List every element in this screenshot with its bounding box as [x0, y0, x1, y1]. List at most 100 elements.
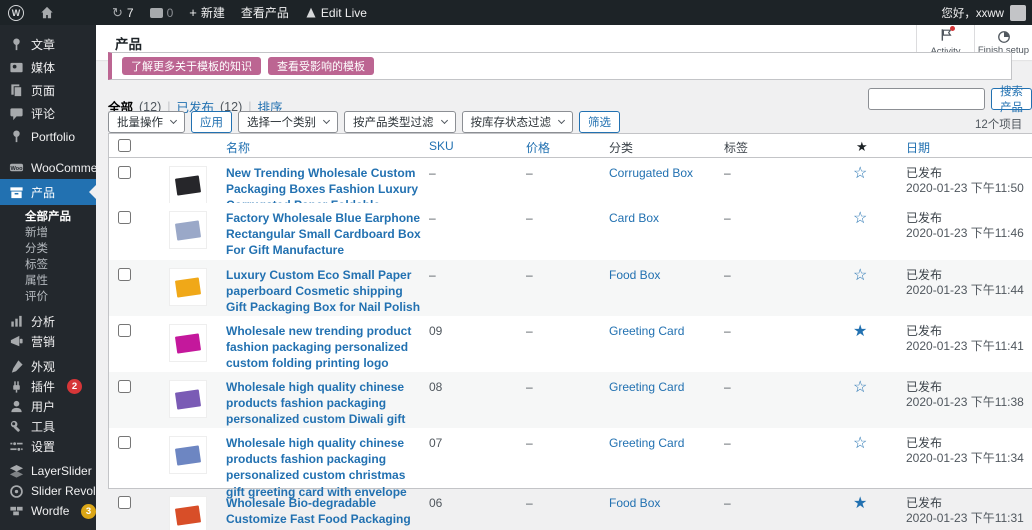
- featured-star-toggle[interactable]: ★: [853, 321, 867, 341]
- featured-star-toggle[interactable]: ☆: [853, 163, 867, 183]
- product-sku: 06: [429, 496, 442, 510]
- sidebar-item-products[interactable]: 产品: [0, 179, 96, 205]
- product-type-filter-select[interactable]: 按产品类型过滤: [344, 111, 456, 133]
- sidebar-item-users[interactable]: 用户: [0, 396, 96, 416]
- column-price[interactable]: 价格: [526, 139, 550, 156]
- submenu-attributes[interactable]: 属性: [0, 272, 96, 288]
- product-category-link[interactable]: Food Box: [609, 496, 660, 510]
- column-name[interactable]: 名称: [226, 139, 250, 156]
- sidebar-item-comments[interactable]: 评论: [0, 102, 96, 125]
- row-checkbox[interactable]: [118, 436, 131, 449]
- submenu-all-products[interactable]: 全部产品: [0, 208, 96, 224]
- pages-icon: [9, 83, 24, 98]
- sidebar-item-tools[interactable]: 工具: [0, 416, 96, 436]
- featured-star-toggle[interactable]: ☆: [853, 377, 867, 397]
- product-price: –: [526, 380, 533, 394]
- row-checkbox[interactable]: [118, 268, 131, 281]
- bulk-actions-select[interactable]: 批量操作: [108, 111, 185, 133]
- column-date[interactable]: 日期: [906, 139, 930, 156]
- featured-star-toggle[interactable]: ☆: [853, 433, 867, 453]
- search-input[interactable]: [868, 88, 985, 110]
- plugins-update-badge: 2: [67, 379, 82, 394]
- product-title-link[interactable]: Factory Wholesale Blue Earphone Rectangu…: [226, 210, 426, 259]
- product-thumbnail[interactable]: [169, 496, 207, 530]
- product-thumbnail[interactable]: [169, 436, 207, 474]
- edit-live-menu[interactable]: Edit Live: [297, 0, 375, 25]
- products-submenu: 全部产品 新增 分类 标签 属性 评价: [0, 205, 96, 311]
- site-home-link[interactable]: [32, 0, 62, 25]
- product-thumbnail[interactable]: [169, 268, 207, 306]
- sidebar-item-slider-revolution[interactable]: Slider Revolution: [0, 481, 96, 501]
- product-category-link[interactable]: Greeting Card: [609, 436, 684, 450]
- sidebar-item-posts[interactable]: 文章: [0, 33, 96, 56]
- sidebar-item-marketing[interactable]: 营销: [0, 331, 96, 351]
- category-filter-select[interactable]: 选择一个类别: [238, 111, 338, 133]
- sidebar-item-portfolio[interactable]: Portfolio: [0, 125, 96, 148]
- submenu-reviews[interactable]: 评价: [0, 288, 96, 304]
- row-checkbox[interactable]: [118, 324, 131, 337]
- product-category-link[interactable]: Corrugated Box: [609, 166, 693, 180]
- row-checkbox[interactable]: [118, 166, 131, 179]
- row-checkbox[interactable]: [118, 211, 131, 224]
- sidebar-item-plugins[interactable]: 插件 2: [0, 376, 96, 396]
- product-category-link[interactable]: Greeting Card: [609, 324, 684, 338]
- product-thumbnail[interactable]: [169, 324, 207, 362]
- column-sku[interactable]: SKU: [429, 139, 454, 153]
- updates-menu[interactable]: ↻ 7: [104, 0, 142, 25]
- featured-star-toggle[interactable]: ☆: [853, 208, 867, 228]
- apply-button[interactable]: 应用: [191, 111, 232, 133]
- comments-menu[interactable]: 0: [142, 0, 182, 25]
- learn-templates-button[interactable]: 了解更多关于模板的知识: [122, 57, 261, 75]
- sidebar-item-woocommerce[interactable]: Woo WooCommerce: [0, 156, 96, 179]
- select-all-checkbox[interactable]: [118, 139, 131, 152]
- publish-datetime: 2020-01-23 下午11:44: [906, 283, 1024, 298]
- admin-sidebar: 文章 媒体 页面 评论 Portfolio Woo WooCommerce 产品…: [0, 25, 96, 530]
- row-checkbox[interactable]: [118, 380, 131, 393]
- comments-count: 0: [167, 6, 174, 20]
- search-products-button[interactable]: 搜索产品: [991, 88, 1032, 110]
- view-affected-templates-button[interactable]: 查看受影响的模板: [268, 57, 374, 75]
- product-thumbnail[interactable]: [169, 380, 207, 418]
- sidebar-item-appearance[interactable]: 外观: [0, 356, 96, 376]
- product-date: 已发布 2020-01-23 下午11:44: [906, 268, 1024, 298]
- sidebar-item-wordfence[interactable]: Wordfence 3: [0, 501, 96, 521]
- product-thumbnail[interactable]: [169, 166, 207, 204]
- product-title-link[interactable]: Wholesale Bio-degradable Customize Fast …: [226, 495, 426, 530]
- sidebar-item-settings[interactable]: 设置: [0, 436, 96, 456]
- publish-datetime: 2020-01-23 下午11:46: [906, 226, 1024, 241]
- comment-icon: [9, 106, 24, 121]
- product-category-link[interactable]: Card Box: [609, 211, 659, 225]
- table-body: New Trending Wholesale Custom Packaging …: [109, 158, 1032, 488]
- product-title-link[interactable]: Wholesale high quality chinese products …: [226, 435, 426, 500]
- stock-status-filter-select[interactable]: 按库存状态过滤: [462, 111, 574, 133]
- setup-progress-icon: [997, 30, 1011, 44]
- submenu-tags[interactable]: 标签: [0, 256, 96, 272]
- user-greeting[interactable]: 您好，xxww: [941, 5, 1004, 21]
- sidebar-item-layerslider[interactable]: LayerSlider: [0, 461, 96, 481]
- user-avatar[interactable]: [1010, 5, 1026, 21]
- product-date: 已发布 2020-01-23 下午11:46: [906, 211, 1024, 241]
- new-content-menu[interactable]: + 新建: [181, 0, 233, 25]
- product-thumbnail[interactable]: [169, 211, 207, 249]
- brush-icon: [9, 359, 24, 374]
- sidebar-item-pages[interactable]: 页面: [0, 79, 96, 102]
- submenu-categories[interactable]: 分类: [0, 240, 96, 256]
- featured-star-toggle[interactable]: ★: [853, 493, 867, 513]
- sidebar-collapse-menu[interactable]: 收起菜单: [0, 526, 96, 530]
- product-category-link[interactable]: Greeting Card: [609, 380, 684, 394]
- view-product-link[interactable]: 查看产品: [233, 0, 297, 25]
- row-checkbox[interactable]: [118, 496, 131, 509]
- product-sku: –: [429, 166, 436, 180]
- sidebar-item-analytics[interactable]: 分析: [0, 311, 96, 331]
- column-category: 分类: [609, 139, 633, 156]
- product-price: –: [526, 324, 533, 338]
- filter-button[interactable]: 筛选: [579, 111, 620, 133]
- product-date: 已发布 2020-01-23 下午11:41: [906, 324, 1024, 354]
- wordpress-logo-menu[interactable]: W: [0, 0, 32, 25]
- submenu-add-new[interactable]: 新增: [0, 224, 96, 240]
- product-category-link[interactable]: Food Box: [609, 268, 660, 282]
- featured-star-toggle[interactable]: ☆: [853, 265, 867, 285]
- sidebar-item-media[interactable]: 媒体: [0, 56, 96, 79]
- publish-status: 已发布: [906, 496, 1024, 511]
- chevron-down-icon: [170, 117, 177, 124]
